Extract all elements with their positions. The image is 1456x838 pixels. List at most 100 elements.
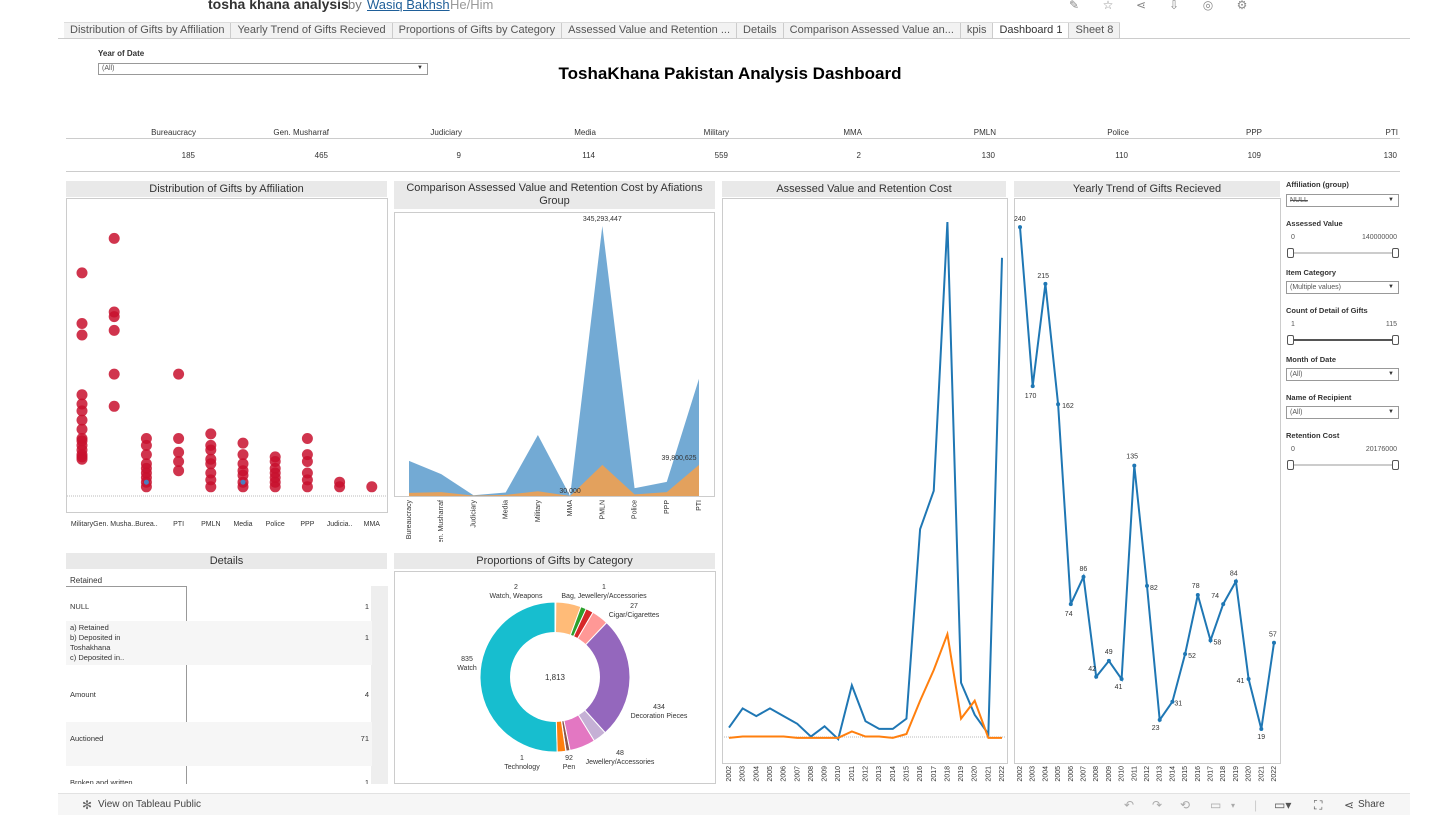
yearly-point[interactable]	[1233, 579, 1238, 584]
fullscreen-icon[interactable]: ⛶	[1314, 798, 1322, 813]
assessed-slider-max-handle[interactable]	[1392, 248, 1399, 258]
yearly-point[interactable]	[1145, 583, 1149, 588]
x-tick-label: 2022	[999, 766, 1006, 782]
scatter-point[interactable]	[173, 465, 185, 477]
proportions-chart[interactable]: 1,813 835 Watch 2 Watch, Weapons 1 Bag, Jewel…	[394, 571, 716, 784]
assessed-chart[interactable]: 2002 2003 2004 2005 2006 2007 2008 2009 2010 2011…	[722, 198, 1008, 788]
yearly-chart[interactable]: 240 170 215 162 74 86 42 49 41 135 82 23 31 52 78 58 74 8…	[1014, 198, 1282, 788]
star-icon[interactable]: ☆	[1100, 0, 1116, 12]
yearly-point[interactable]	[1208, 638, 1213, 643]
month-filter-dropdown[interactable]: (All) ▼	[1286, 368, 1399, 381]
yearly-trend-line[interactable]	[1019, 227, 1275, 730]
scatter-point[interactable]	[173, 368, 185, 380]
tab-kpis[interactable]: kpis	[960, 23, 994, 39]
item-category-dropdown[interactable]: (Multiple values) ▼	[1286, 281, 1399, 294]
redo-icon[interactable]: ↷	[1152, 798, 1162, 812]
scatter-point[interactable]	[76, 318, 88, 329]
details-table[interactable]: Retained NULL 1 a) Retained b) Deposited i…	[66, 570, 388, 784]
yearly-point[interactable]	[1246, 677, 1251, 682]
assessed-slider[interactable]	[1287, 248, 1399, 258]
yearly-point[interactable]	[1030, 384, 1035, 389]
yearly-point[interactable]	[1056, 402, 1061, 407]
yearly-point[interactable]	[1081, 574, 1086, 579]
scatter-point[interactable]	[301, 433, 313, 444]
retention-slider-max-handle[interactable]	[1392, 460, 1399, 470]
tab-sheet-8[interactable]: Sheet 8	[1069, 23, 1121, 39]
tab-assessed-value-and-retention[interactable]: Assessed Value and Retention ...	[562, 23, 738, 39]
yearly-point[interactable]	[1272, 640, 1276, 645]
details-row[interactable]: Amount 4	[66, 678, 372, 722]
author-link[interactable]: Wasiq Bakhsh	[367, 0, 450, 12]
yearly-point[interactable]	[1094, 674, 1099, 679]
x-tick-label: 2013	[1157, 766, 1164, 782]
yearly-point[interactable]	[1018, 225, 1022, 230]
scatter-point[interactable]	[205, 481, 217, 493]
scatter-point[interactable]	[301, 456, 313, 467]
share-bottom-icon[interactable]: ⋖	[1344, 798, 1354, 812]
share-button[interactable]: Share	[1358, 799, 1385, 810]
undo-icon[interactable]: ↶	[1124, 798, 1134, 812]
scatter-point[interactable]	[237, 437, 249, 449]
yearly-point[interactable]	[1119, 677, 1124, 682]
refresh-icon[interactable]: ▭	[1210, 798, 1221, 812]
yearly-point[interactable]	[1183, 652, 1188, 657]
scatter-point[interactable]	[108, 368, 120, 380]
distribution-frame	[66, 198, 388, 513]
tab-proportions-of-gifts-by-category[interactable]: Proportions of Gifts by Category	[392, 23, 563, 39]
scatter-point[interactable]	[76, 453, 88, 465]
yearly-point[interactable]	[1068, 602, 1073, 607]
scatter-point[interactable]	[108, 311, 120, 323]
yearly-point[interactable]	[1195, 593, 1200, 598]
count-detail-max-handle[interactable]	[1392, 335, 1399, 345]
scatter-point[interactable]	[108, 400, 120, 412]
pie-value-label: 1	[602, 584, 606, 591]
device-layout-icon[interactable]: ▭▾	[1274, 798, 1291, 812]
edit-icon[interactable]: ✎	[1066, 0, 1082, 12]
assessed-slider-min-handle[interactable]	[1287, 248, 1294, 258]
scatter-point[interactable]	[76, 267, 88, 279]
details-scrollbar[interactable]	[371, 586, 388, 784]
affiliation-filter-dropdown[interactable]: NULL ▼	[1286, 194, 1399, 207]
year-filter-dropdown[interactable]: (All) ▼	[98, 63, 428, 75]
share-icon[interactable]: ⋖	[1133, 0, 1149, 12]
retention-slider[interactable]	[1287, 460, 1399, 470]
x-tick-label: 2022	[1271, 766, 1278, 782]
scatter-point[interactable]	[76, 329, 88, 341]
details-row[interactable]: Broken and written 1	[66, 766, 372, 784]
scatter-point[interactable]	[334, 481, 346, 493]
details-row[interactable]: a) Retained b) Deposited in Toshakhana c…	[66, 621, 372, 665]
scatter-point[interactable]	[173, 433, 185, 444]
scatter-point[interactable]	[366, 481, 378, 493]
scatter-point[interactable]	[108, 324, 120, 336]
tab-dashboard-1[interactable]: Dashboard 1	[993, 23, 1070, 39]
count-detail-min-handle[interactable]	[1287, 335, 1294, 345]
distribution-chart[interactable]: Military Gen. Musha.. Burea.. PTI PMLN Media P…	[66, 198, 388, 540]
download-icon[interactable]: ⇩	[1166, 0, 1182, 12]
chevron-down-icon[interactable]: ▾	[1231, 801, 1235, 810]
view-on-tableau-link[interactable]: View on Tableau Public	[98, 799, 201, 810]
scatter-point[interactable]	[269, 481, 281, 493]
count-detail-slider[interactable]	[1287, 335, 1399, 345]
revert-icon[interactable]: ⟲	[1180, 798, 1190, 812]
badge-icon[interactable]: ◎	[1200, 0, 1216, 12]
tab-details[interactable]: Details	[737, 23, 784, 39]
yearly-point[interactable]	[1132, 463, 1137, 468]
yearly-point[interactable]	[1106, 658, 1111, 663]
line-series-assessed[interactable]	[728, 221, 1003, 742]
scatter-point[interactable]	[301, 481, 313, 493]
tab-yearly-trend-of-gifts-recieved[interactable]: Yearly Trend of Gifts Recieved	[231, 23, 393, 39]
settings-icon[interactable]: ⚙	[1234, 0, 1250, 12]
scatter-point[interactable]	[205, 428, 217, 440]
yearly-point[interactable]	[1157, 717, 1162, 722]
tab-comparison-assessed-value-an[interactable]: Comparison Assessed Value an...	[783, 23, 961, 39]
retention-slider-min-handle[interactable]	[1287, 460, 1294, 470]
yearly-point[interactable]	[1259, 727, 1264, 731]
yearly-point[interactable]	[1043, 281, 1048, 286]
scatter-point[interactable]	[108, 232, 120, 244]
area-series-assessed[interactable]	[409, 226, 699, 496]
comparison-chart[interactable]: 345,293,447 39,800,625 30,000 Bureaucracy Ge…	[394, 212, 716, 542]
recipient-filter-dropdown[interactable]: (All) ▼	[1286, 406, 1399, 419]
yearly-point[interactable]	[1221, 602, 1226, 607]
tab-distribution-of-gifts-by-affiliation[interactable]: Distribution of Gifts by Affiliation	[64, 23, 232, 39]
details-row[interactable]: Auctioned 71	[66, 722, 372, 766]
